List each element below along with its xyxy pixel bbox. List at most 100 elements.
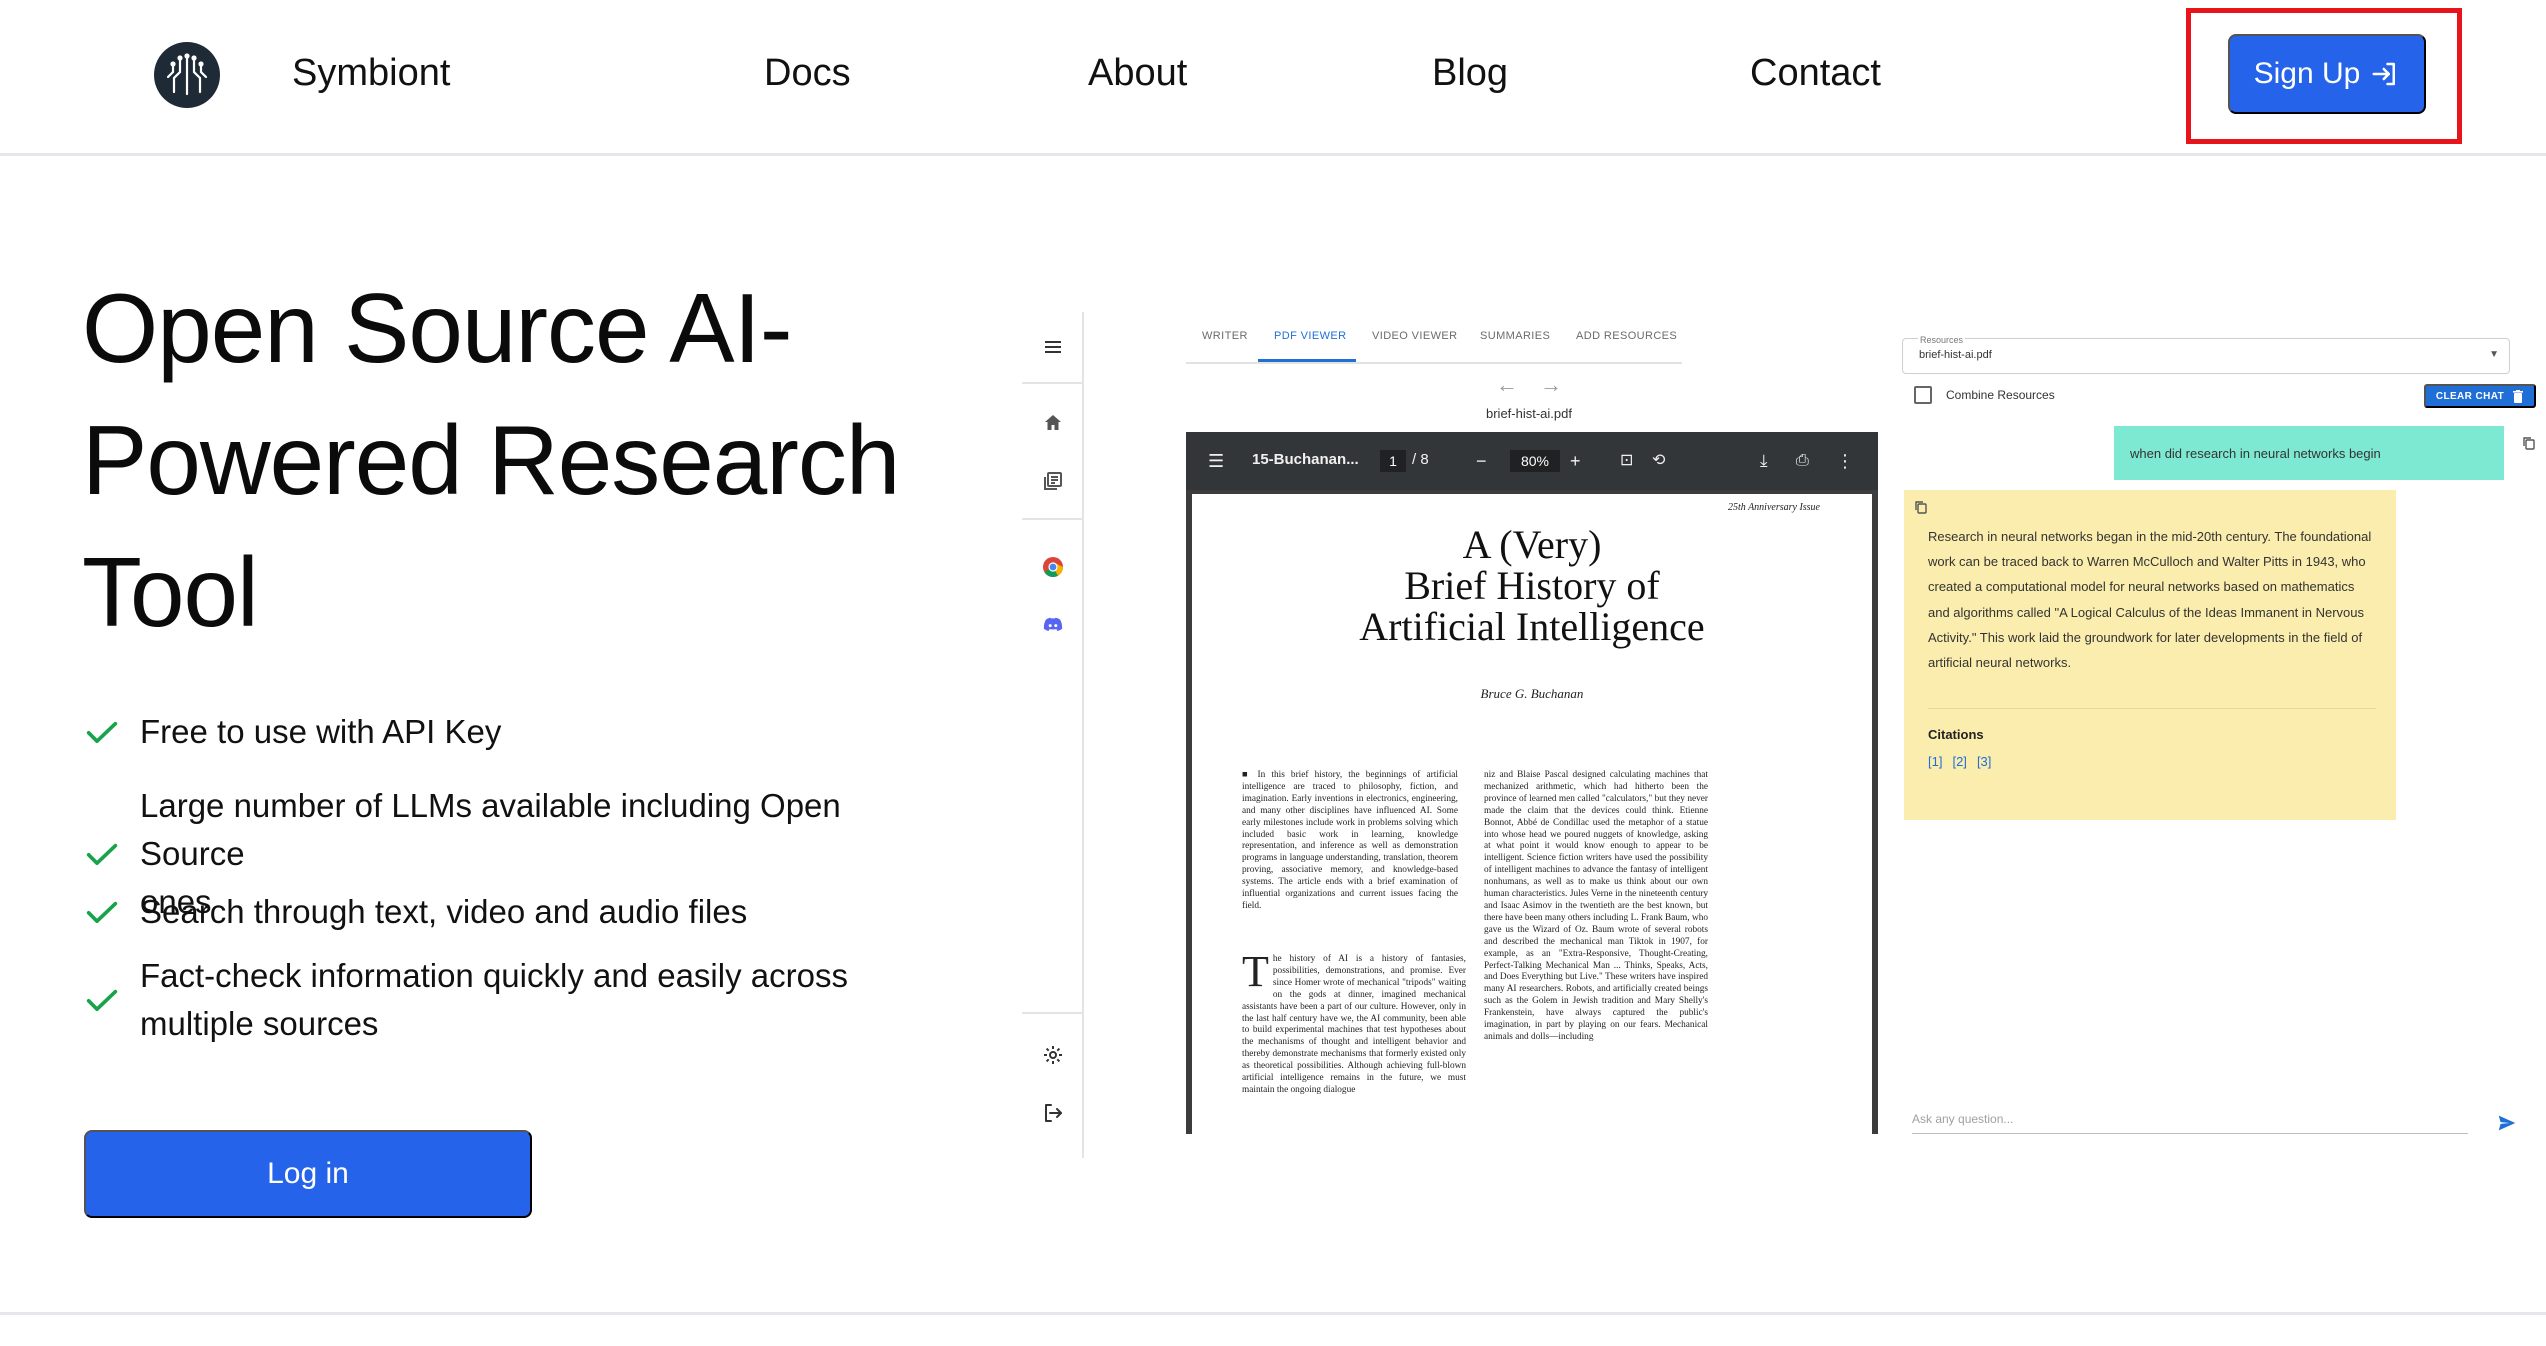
pdf-issue-label: 25th Anniversary Issue xyxy=(1727,502,1820,513)
pdf-doc-name: 15-Buchanan... xyxy=(1252,451,1359,468)
page-number-input[interactable]: 1 xyxy=(1380,450,1406,472)
nav-link-about[interactable]: About xyxy=(1088,52,1187,95)
check-icon xyxy=(86,721,118,743)
more-vert-icon[interactable]: ⋮ xyxy=(1836,448,1854,474)
feature-text: Search through text, video and audio fil… xyxy=(140,893,748,930)
pdf-viewer: ☰ 15-Buchanan... 1 / 8 − 80% + ⊡ ⟲ ⤓ ⎙ ⋮… xyxy=(1186,432,1878,1134)
clear-chat-button[interactable]: CLEAR CHAT xyxy=(2424,384,2536,408)
send-icon[interactable] xyxy=(2496,1112,2518,1134)
logout-icon[interactable] xyxy=(1036,1096,1070,1130)
arrow-right-icon[interactable]: → xyxy=(1540,372,1562,398)
copy-icon[interactable] xyxy=(2522,436,2536,450)
tab-summaries[interactable]: SUMMARIES xyxy=(1480,330,1550,342)
hero-title-line: Open Source AI- xyxy=(82,273,793,383)
tab-writer[interactable]: WRITER xyxy=(1202,330,1248,342)
pdf-column-1: The history of AI is a history of fantas… xyxy=(1242,947,1466,1097)
hero-title-line: Tool xyxy=(82,537,259,647)
dropdown-caret-icon: ▼ xyxy=(2489,349,2499,360)
fit-page-icon[interactable]: ⊡ xyxy=(1620,448,1633,474)
combine-resources-checkbox[interactable] xyxy=(1914,386,1932,404)
signup-button[interactable]: Sign Up xyxy=(2228,34,2426,114)
feature-text-line: Fact-check information quickly and easil… xyxy=(140,957,848,994)
feature-item: Free to use with API Key xyxy=(82,708,942,756)
combine-resources-row: Combine Resources xyxy=(1914,386,2055,404)
app-tabs: WRITER PDF VIEWER VIDEO VIEWER SUMMARIES… xyxy=(1186,320,1682,364)
feature-text: Fact-check information quickly and easil… xyxy=(140,952,848,1048)
check-icon xyxy=(86,843,118,865)
citation-link[interactable]: [3] xyxy=(1977,754,1991,769)
citation-links: [1] [2] [3] xyxy=(1928,754,1991,769)
pdf-dropcap: T xyxy=(1242,947,1269,996)
citations-divider xyxy=(1928,708,2376,709)
citation-link[interactable]: [1] xyxy=(1928,754,1942,769)
pdf-abstract: ■ In this brief history, the beginnings … xyxy=(1242,770,1458,911)
chrome-icon[interactable] xyxy=(1036,550,1070,584)
resources-label: Resources xyxy=(1918,335,1966,345)
app-sidebar-rail xyxy=(1022,312,1084,1158)
signup-label: Sign Up xyxy=(2253,57,2361,90)
download-icon[interactable]: ⤓ xyxy=(1760,448,1768,474)
arrow-left-icon[interactable]: ← xyxy=(1496,372,1518,398)
pdf-column-2: niz and Blaise Pascal designed calculati… xyxy=(1484,770,1708,1042)
tab-pdf-viewer[interactable]: PDF VIEWER xyxy=(1274,330,1346,342)
hero-title: Open Source AI- Powered Research Tool xyxy=(82,262,982,658)
feature-text-line: multiple sources xyxy=(140,1005,379,1042)
ai-message-text: Research in neural networks began in the… xyxy=(1928,529,2372,671)
login-arrow-icon xyxy=(2372,62,2396,86)
check-icon xyxy=(86,989,118,1011)
zoom-in-icon[interactable]: + xyxy=(1570,448,1581,474)
discord-icon[interactable] xyxy=(1036,608,1070,642)
symbiont-logo-icon[interactable] xyxy=(154,42,220,108)
active-tab-indicator xyxy=(1258,359,1356,362)
rotate-icon[interactable]: ⟲ xyxy=(1652,448,1665,474)
copy-icon[interactable] xyxy=(1914,500,1928,514)
resources-select-value: brief-hist-ai.pdf xyxy=(1919,349,1992,361)
trash-icon xyxy=(2513,389,2524,403)
brand-name[interactable]: Symbiont xyxy=(292,52,450,95)
pdf-title: A (Very) Brief History of Artificial Int… xyxy=(1192,524,1872,647)
ask-question-input[interactable]: Ask any question... xyxy=(1912,1106,2468,1134)
zoom-out-icon[interactable]: − xyxy=(1476,448,1487,474)
menu-icon[interactable]: ☰ xyxy=(1208,448,1224,474)
resources-select[interactable]: brief-hist-ai.pdf ▼ xyxy=(1902,338,2510,374)
combine-resources-label: Combine Resources xyxy=(1946,388,2055,402)
pdf-nav: ← → xyxy=(1496,372,1566,398)
pdf-column-1-text: he history of AI is a history of fantasi… xyxy=(1242,954,1466,1095)
feature-item: Fact-check information quickly and easil… xyxy=(82,952,942,1048)
user-message-bubble: when did research in neural networks beg… xyxy=(2114,426,2504,480)
rail-divider xyxy=(1022,1012,1084,1014)
pdf-title-line: Brief History of xyxy=(1404,563,1660,608)
tab-add-resources[interactable]: ADD RESOURCES xyxy=(1576,330,1677,342)
home-icon[interactable] xyxy=(1036,406,1070,440)
pdf-file-name: brief-hist-ai.pdf xyxy=(1486,406,1572,421)
rail-divider xyxy=(1022,382,1084,384)
page-total: / 8 xyxy=(1412,451,1429,468)
feature-item: Search through text, video and audio fil… xyxy=(82,888,942,936)
nav-link-blog[interactable]: Blog xyxy=(1432,52,1508,95)
citation-link[interactable]: [2] xyxy=(1952,754,1966,769)
menu-icon[interactable] xyxy=(1036,330,1070,364)
tab-video-viewer[interactable]: VIDEO VIEWER xyxy=(1372,330,1457,342)
pdf-toolbar: ☰ 15-Buchanan... 1 / 8 − 80% + ⊡ ⟲ ⤓ ⎙ ⋮ xyxy=(1186,432,1878,490)
pdf-title-line: A (Very) xyxy=(1462,522,1602,567)
section-divider xyxy=(0,1312,2546,1315)
library-icon[interactable] xyxy=(1036,464,1070,498)
print-icon[interactable]: ⎙ xyxy=(1796,448,1809,474)
settings-icon[interactable] xyxy=(1036,1038,1070,1072)
check-icon xyxy=(86,901,118,923)
nav-link-contact[interactable]: Contact xyxy=(1750,52,1881,95)
citations-heading: Citations xyxy=(1928,727,1984,742)
nav-link-docs[interactable]: Docs xyxy=(764,52,851,95)
feature-text-line: Large number of LLMs available including… xyxy=(140,787,841,872)
hero-title-line: Powered Research xyxy=(82,405,900,515)
user-message-text: when did research in neural networks beg… xyxy=(2130,446,2381,461)
pdf-page: 25th Anniversary Issue A (Very) Brief Hi… xyxy=(1192,494,1872,1134)
clear-chat-label: CLEAR CHAT xyxy=(2435,390,2505,402)
top-nav: Symbiont Docs About Blog Contact Sign Up xyxy=(0,0,2546,156)
rail-divider xyxy=(1022,518,1084,520)
pdf-title-line: Artificial Intelligence xyxy=(1359,604,1705,649)
ai-message-bubble: Research in neural networks began in the… xyxy=(1904,490,2396,820)
pdf-author: Bruce G. Buchanan xyxy=(1480,686,1584,701)
zoom-level[interactable]: 80% xyxy=(1510,450,1560,472)
login-button[interactable]: Log in xyxy=(84,1130,532,1218)
